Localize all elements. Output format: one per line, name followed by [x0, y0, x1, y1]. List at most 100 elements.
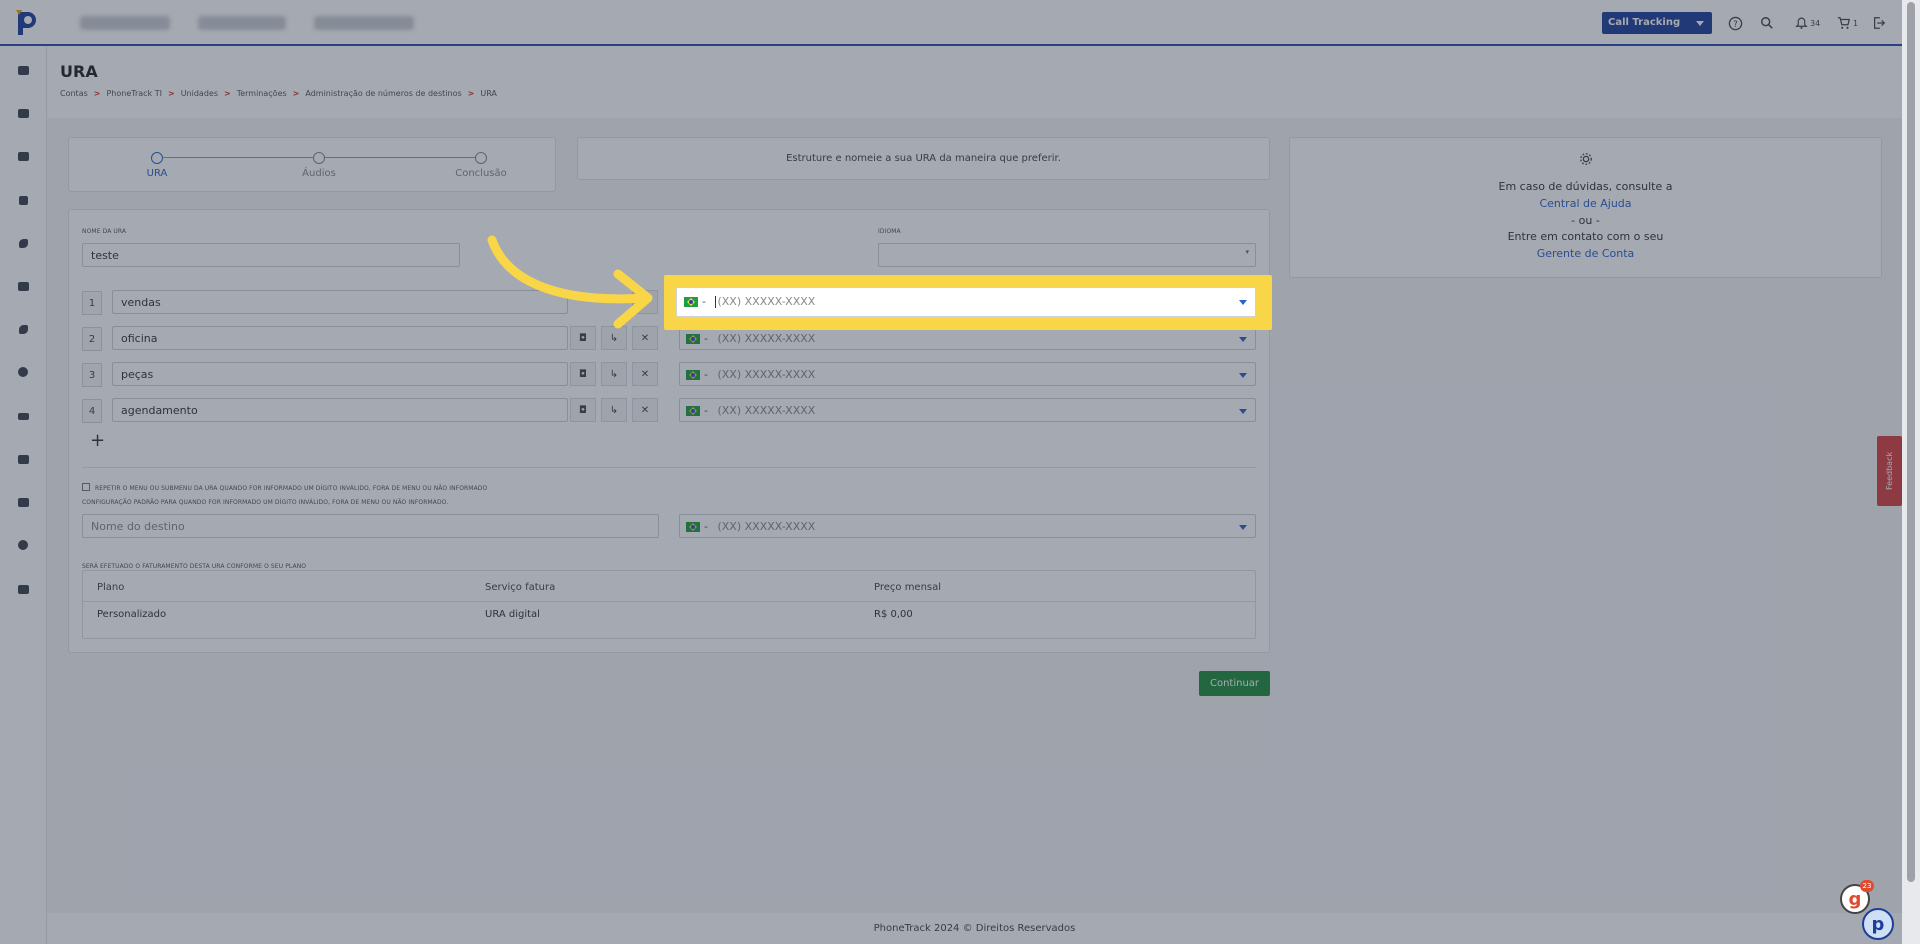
default-destination-input[interactable]: Nome do destino	[82, 514, 659, 538]
users-icon[interactable]	[14, 407, 32, 425]
phonetrack-chat-button[interactable]: p	[1862, 908, 1894, 940]
option-digit: 2	[82, 327, 102, 351]
flag-icon[interactable]	[14, 191, 32, 209]
option-name-input[interactable]: peças	[112, 362, 568, 386]
building-icon[interactable]	[14, 104, 32, 122]
bell-icon	[1795, 17, 1808, 29]
audio-icon: ◘	[579, 368, 587, 380]
notifications-count: 34	[1810, 18, 1821, 28]
default-config-label: CONFIGURAÇÃO PADRÃO PARA QUANDO FOR INFO…	[82, 499, 449, 506]
step-dot-conclusao[interactable]	[475, 152, 487, 164]
option-name-input[interactable]: agendamento	[112, 398, 568, 422]
submenu-arrow-icon: ↳	[609, 332, 619, 344]
cart-icon	[1837, 17, 1851, 29]
phonetrack-logo-icon[interactable]	[12, 8, 42, 38]
account-manager-link[interactable]: Gerente de Conta	[1290, 247, 1881, 260]
option-digit: 1	[82, 291, 102, 315]
continue-button[interactable]: Continuar	[1199, 671, 1270, 696]
default-destination-phone-input[interactable]: - (XX) XXXXX-XXXX	[679, 514, 1256, 538]
remove-option-button[interactable]: ✕	[632, 398, 658, 422]
audio-button[interactable]: ◘	[570, 398, 596, 422]
repeat-menu-label: REPETIR O MENU OU SUBMENU DA URA QUANDO …	[95, 485, 488, 492]
product-select[interactable]: Call Tracking	[1602, 12, 1712, 34]
stepper: URA Áudios Conclusão	[68, 137, 556, 192]
breadcrumb-item[interactable]: Terminações	[237, 89, 287, 98]
blurred-tab[interactable]	[80, 16, 170, 30]
intro-text: Estruture e nomeie a sua URA da maneira …	[786, 153, 1061, 164]
phone-placeholder: (XX) XXXXX-XXXX	[717, 295, 816, 308]
audio-button[interactable]: ◘	[570, 362, 596, 386]
language-label: IDIOMA	[878, 228, 901, 235]
footer-text: PhoneTrack 2024 © Direitos Reservados	[873, 923, 1076, 934]
destination-placeholder: Nome do destino	[91, 520, 185, 533]
feedback-label: Feedback	[1885, 451, 1894, 491]
table-header: Serviço fatura	[485, 582, 556, 593]
ura-name-input[interactable]: teste	[82, 243, 460, 267]
table-header: Plano	[97, 582, 125, 593]
step-label-ura: URA	[146, 168, 168, 179]
briefcase-icon[interactable]	[14, 147, 32, 165]
step-dot-ura[interactable]	[151, 152, 163, 164]
phone-icon[interactable]	[14, 234, 32, 252]
close-icon: ✕	[640, 404, 650, 416]
svg-text:?: ?	[1733, 18, 1737, 28]
page-title: URA	[60, 62, 98, 81]
name-label: NOME DA URA	[82, 228, 127, 235]
contact-card-icon[interactable]	[14, 277, 32, 295]
search-icon[interactable]	[1760, 14, 1774, 32]
help-center-link[interactable]: Central de Ajuda	[1290, 197, 1881, 210]
phone-call-icon[interactable]	[14, 320, 32, 338]
highlighted-phone-input[interactable]: - (XX) XXXXX-XXXX	[676, 287, 1256, 317]
footer: PhoneTrack 2024 © Direitos Reservados	[47, 913, 1902, 944]
billing-label: SERÁ EFETUADO O FATURAMENTO DESTA URA CO…	[82, 563, 307, 570]
chevron-down-icon	[1239, 373, 1247, 378]
brazil-flag-icon	[686, 334, 700, 344]
breadcrumb-item[interactable]: Administração de números de destinos	[305, 89, 461, 98]
help-or: - ou -	[1571, 214, 1600, 227]
repeat-menu-checkbox[interactable]	[82, 483, 90, 491]
destination-phone-input[interactable]: - (XX) XXXXX-XXXX	[679, 398, 1256, 422]
history-icon[interactable]	[14, 363, 32, 381]
help-card: Em caso de dúvidas, consulte a Central d…	[1289, 137, 1882, 278]
submenu-arrow-icon: ↳	[609, 404, 619, 416]
logout-icon[interactable]	[1872, 14, 1886, 32]
chevron-down-icon	[1239, 525, 1247, 530]
dashboard-icon[interactable]	[14, 61, 32, 79]
remove-option-button[interactable]: ✕	[632, 362, 658, 386]
table-cell: URA digital	[485, 609, 540, 620]
puzzle-icon[interactable]	[14, 493, 32, 511]
step-dot-audios[interactable]	[313, 152, 325, 164]
store-icon[interactable]	[14, 580, 32, 598]
breadcrumb-item[interactable]: Unidades	[181, 89, 218, 98]
option-digit: 3	[82, 363, 102, 387]
library-icon[interactable]	[14, 450, 32, 468]
phone-placeholder: (XX) XXXXX-XXXX	[717, 520, 816, 533]
chevron-down-icon	[1239, 337, 1247, 342]
option-digit: 4	[82, 399, 102, 423]
cart-button[interactable]: 1	[1837, 14, 1858, 32]
intro-card: Estruture e nomeie a sua URA da maneira …	[577, 137, 1270, 180]
blurred-tab[interactable]	[198, 16, 286, 30]
submenu-arrow-icon: ↳	[609, 368, 619, 380]
submenu-button[interactable]: ↳	[601, 362, 627, 386]
submenu-button[interactable]: ↳	[601, 398, 627, 422]
breadcrumb-item[interactable]: PhoneTrack TI	[106, 89, 162, 98]
help-line1: Em caso de dúvidas, consulte a	[1498, 180, 1673, 193]
scrollbar-thumb[interactable]	[1907, 2, 1915, 882]
destination-phone-input[interactable]: - (XX) XXXXX-XXXX	[679, 362, 1256, 386]
notifications-button[interactable]: 34	[1795, 14, 1820, 32]
table-header: Preço mensal	[874, 582, 942, 593]
blurred-tab[interactable]	[314, 16, 414, 30]
help-icon[interactable]: ?	[1728, 14, 1743, 32]
phone-placeholder: (XX) XXXXX-XXXX	[717, 332, 816, 345]
language-select[interactable]: ▾	[878, 243, 1256, 267]
guide-widget-badge: 23	[1860, 880, 1874, 892]
divider	[82, 467, 1256, 468]
add-option-button[interactable]: +	[90, 430, 105, 451]
feedback-button[interactable]: Feedback	[1877, 436, 1902, 506]
chevron-down-icon	[1239, 300, 1247, 305]
brazil-flag-icon	[686, 370, 700, 380]
gear-icon[interactable]	[14, 536, 32, 554]
breadcrumb-item[interactable]: Contas	[60, 89, 88, 98]
brazil-flag-icon	[686, 406, 700, 416]
